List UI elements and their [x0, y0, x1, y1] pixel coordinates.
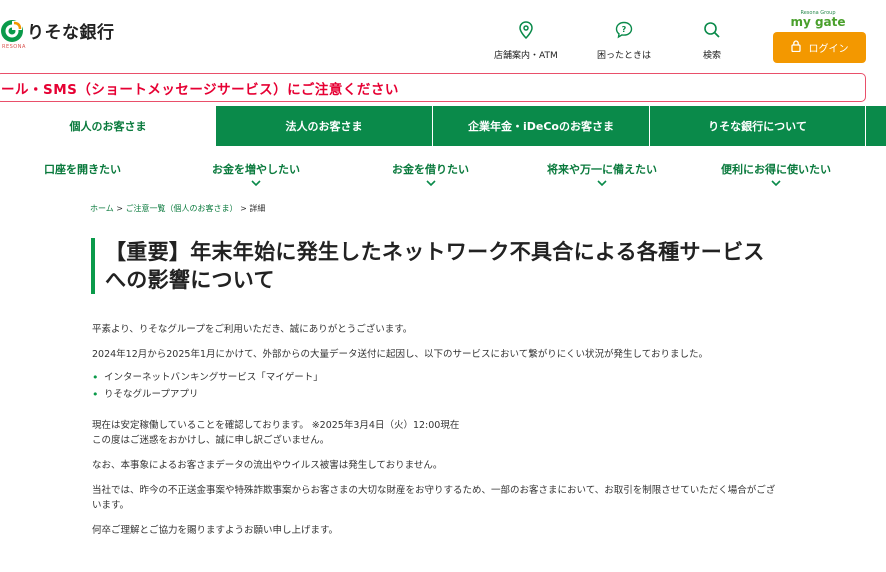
- article-paragraph: 2024年12月から2025年1月にかけて、外部からの大量データ送付に起因し、以…: [92, 349, 708, 360]
- chevron-down-icon: [425, 180, 436, 187]
- subnav-borrow-money[interactable]: お金を借りたい: [392, 158, 469, 187]
- alert-text: ール・SMS（ショートメッセージサービス）にご注意ください: [1, 81, 399, 98]
- help-link[interactable]: ? 困ったときは: [597, 20, 651, 61]
- phishing-alert-banner[interactable]: ール・SMS（ショートメッセージサービス）にご注意ください: [0, 73, 866, 102]
- tab-personal[interactable]: 個人のお客さま: [0, 106, 216, 146]
- logo-subtext: RESONA: [2, 44, 26, 50]
- breadcrumb-separator: >: [237, 204, 250, 213]
- list-item: りそなグループアプリ: [92, 387, 782, 402]
- store-atm-link[interactable]: 店舗案内・ATM: [494, 20, 558, 61]
- article-paragraph: 平素より、りそなグループをご利用いただき、誠にありがとうございます。: [92, 324, 413, 335]
- resona-logo[interactable]: りそな銀行: [0, 18, 115, 43]
- subnav-label: 将来や万一に備えたい: [547, 163, 657, 176]
- subnav-convenient-use[interactable]: 便利にお得に使いたい: [721, 158, 831, 187]
- login-button[interactable]: ログイン: [773, 32, 866, 63]
- sub-navigation: 口座を開きたい お金を増やしたい お金を借りたい 将来や万一に備えたい 便利にお…: [0, 158, 886, 188]
- list-item: インターネットバンキングサービス「マイゲート」: [92, 370, 782, 385]
- article-body: 平素より、りそなグループをご利用いただき、誠にありがとうございます。 2024年…: [92, 322, 782, 548]
- search-icon: [702, 20, 722, 40]
- tab-corporate[interactable]: 法人のお客さま: [216, 106, 433, 146]
- chevron-down-icon: [251, 180, 261, 187]
- logo-text: りそな銀行: [27, 23, 115, 43]
- mygate-logo: Resona Group my gate: [790, 10, 846, 28]
- tab-overflow[interactable]: [866, 106, 886, 146]
- site-header: りそな銀行 RESONA 店舗案内・ATM ? 困ったときは 検索 Resona…: [0, 0, 886, 72]
- breadcrumb-current: 詳細: [249, 204, 266, 213]
- article-paragraph: 何卒ご理解とご協力を賜りますようお願い申し上げます。: [92, 525, 339, 536]
- chevron-down-icon: [771, 180, 781, 187]
- article-paragraph: 当社では、昨今の不正送金事案や特殊詐欺事案からお客さまの大切な財産をお守りするた…: [92, 485, 776, 511]
- breadcrumb-separator: >: [113, 204, 126, 213]
- affected-services-list: インターネットバンキングサービス「マイゲート」 りそなグループアプリ: [92, 370, 782, 402]
- subnav-label: 口座を開きたい: [44, 163, 121, 176]
- lock-icon: [790, 40, 801, 55]
- resona-logo-icon: [0, 19, 24, 43]
- store-atm-label: 店舗案内・ATM: [494, 51, 558, 61]
- breadcrumb-home[interactable]: ホーム: [90, 204, 114, 213]
- main-tabs: 個人のお客さま 法人のお客さま 企業年金・iDeCoのお客さま りそな銀行につい…: [0, 106, 886, 146]
- breadcrumb-notice-list[interactable]: ご注意一覧（個人のお客さま）: [126, 204, 238, 213]
- article-paragraph: この度はご迷惑をおかけし、誠に申し訳ございません。: [92, 435, 330, 446]
- chevron-down-icon: [597, 180, 607, 187]
- article-paragraph: なお、本事象によるお客さまデータの流出やウイルス被害は発生しておりません。: [92, 460, 443, 471]
- subnav-open-account[interactable]: 口座を開きたい: [44, 158, 121, 177]
- help-bubble-icon: ?: [614, 20, 634, 40]
- map-pin-icon: [516, 20, 536, 40]
- login-label: ログイン: [808, 44, 849, 55]
- mygate-brand-text: my gate: [790, 15, 846, 29]
- svg-text:?: ?: [622, 25, 627, 34]
- tab-pension-ideco[interactable]: 企業年金・iDeCoのお客さま: [433, 106, 650, 146]
- breadcrumb: ホーム > ご注意一覧（個人のお客さま） > 詳細: [90, 203, 265, 214]
- tab-about-resona[interactable]: りそな銀行について: [650, 106, 866, 146]
- help-label: 困ったときは: [597, 51, 652, 61]
- subnav-prepare-future[interactable]: 将来や万一に備えたい: [547, 158, 657, 187]
- subnav-label: お金を借りたい: [392, 163, 469, 176]
- subnav-grow-money[interactable]: お金を増やしたい: [212, 158, 300, 187]
- article-paragraph: 現在は安定稼働していることを確認しております。 ※2025年3月4日（火）12:…: [92, 420, 460, 431]
- search-link[interactable]: 検索: [702, 20, 722, 61]
- search-label: 検索: [702, 51, 721, 61]
- subnav-label: お金を増やしたい: [212, 163, 300, 176]
- page-title: 【重要】年末年始に発生したネットワーク不具合による各種サービスへの影響について: [105, 240, 765, 292]
- subnav-label: 便利にお得に使いたい: [721, 163, 831, 176]
- page-title-block: 【重要】年末年始に発生したネットワーク不具合による各種サービスへの影響について: [91, 238, 781, 294]
